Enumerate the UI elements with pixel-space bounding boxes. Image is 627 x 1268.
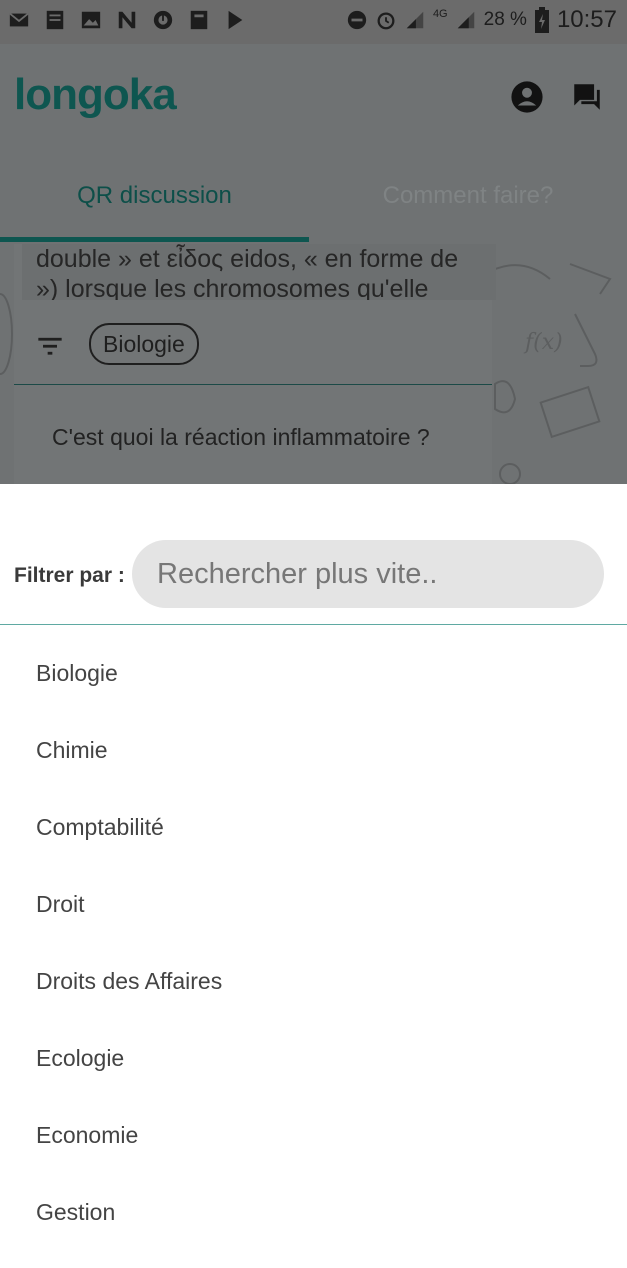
category-item-ecologie[interactable]: Ecologie (0, 1036, 627, 1113)
category-list: Biologie Chimie Comptabilité Droit Droit… (0, 651, 627, 1267)
tab-comment-faire[interactable]: Comment faire? (309, 154, 627, 244)
science-doodles: f(x) (484, 263, 612, 484)
account-icon[interactable] (510, 80, 544, 114)
signal-icon (406, 11, 424, 29)
category-item-droit[interactable]: Droit (0, 882, 627, 959)
chat-icon[interactable] (570, 80, 604, 114)
filter-by-label: Filtrer par : (14, 564, 125, 587)
filter-icon[interactable] (36, 332, 64, 360)
question-item[interactable]: C'est quoi la réaction inflammatoire ? (52, 424, 430, 451)
category-item-chimie[interactable]: Chimie (0, 728, 627, 805)
mail-icon (9, 12, 29, 27)
play-store-icon (228, 10, 243, 30)
svg-text:f(x): f(x) (523, 330, 563, 355)
category-item-economie[interactable]: Economie (0, 1113, 627, 1190)
sheet-header: Filtrer par : (0, 484, 627, 625)
tab-bar: QR discussion Comment faire? (0, 154, 627, 244)
n-icon (118, 11, 136, 29)
battery-icon (534, 7, 549, 33)
notification-icon (153, 10, 173, 30)
filter-bottom-sheet: Filtrer par : Biologie Chimie Comptabili… (0, 484, 627, 1268)
post-snippet[interactable]: double » et εἶδος eidos, « en forme de »… (22, 244, 496, 300)
image-icon (81, 11, 101, 29)
filter-row: Biologie (14, 316, 492, 385)
signal-icon-2 (457, 11, 474, 29)
alarm-icon (377, 12, 395, 30)
category-item-biologie[interactable]: Biologie (0, 651, 627, 728)
network-type-label: 4G (432, 8, 448, 20)
category-item-droits-des-affaires[interactable]: Droits des Affaires (0, 959, 627, 1036)
app-icon (46, 10, 64, 30)
category-item-comptabilite[interactable]: Comptabilité (0, 805, 627, 882)
app-icon-2 (190, 10, 208, 30)
app-logo: longoka (14, 70, 177, 119)
tab-qr-discussion[interactable]: QR discussion (0, 154, 309, 244)
search-input[interactable] (132, 540, 604, 608)
do-not-disturb-icon (347, 10, 367, 30)
app-background: f(x) longoka QR discussion Comment faire… (0, 44, 627, 484)
clock: 10:57 (556, 6, 617, 33)
atom-doodle (0, 293, 13, 375)
app-bar: longoka (0, 44, 627, 154)
battery-percent: 28 % (483, 9, 527, 30)
category-item-gestion[interactable]: Gestion (0, 1190, 627, 1267)
status-bar: 4G 28 % 10:57 (0, 0, 627, 44)
snippet-line-2: ») lorsque les chromosomes qu'elle (36, 275, 429, 300)
active-tab-indicator (0, 237, 309, 242)
snippet-line-1: double » et εἶδος eidos, « en forme de (36, 245, 459, 273)
filter-chip-biologie[interactable]: Biologie (89, 323, 199, 365)
